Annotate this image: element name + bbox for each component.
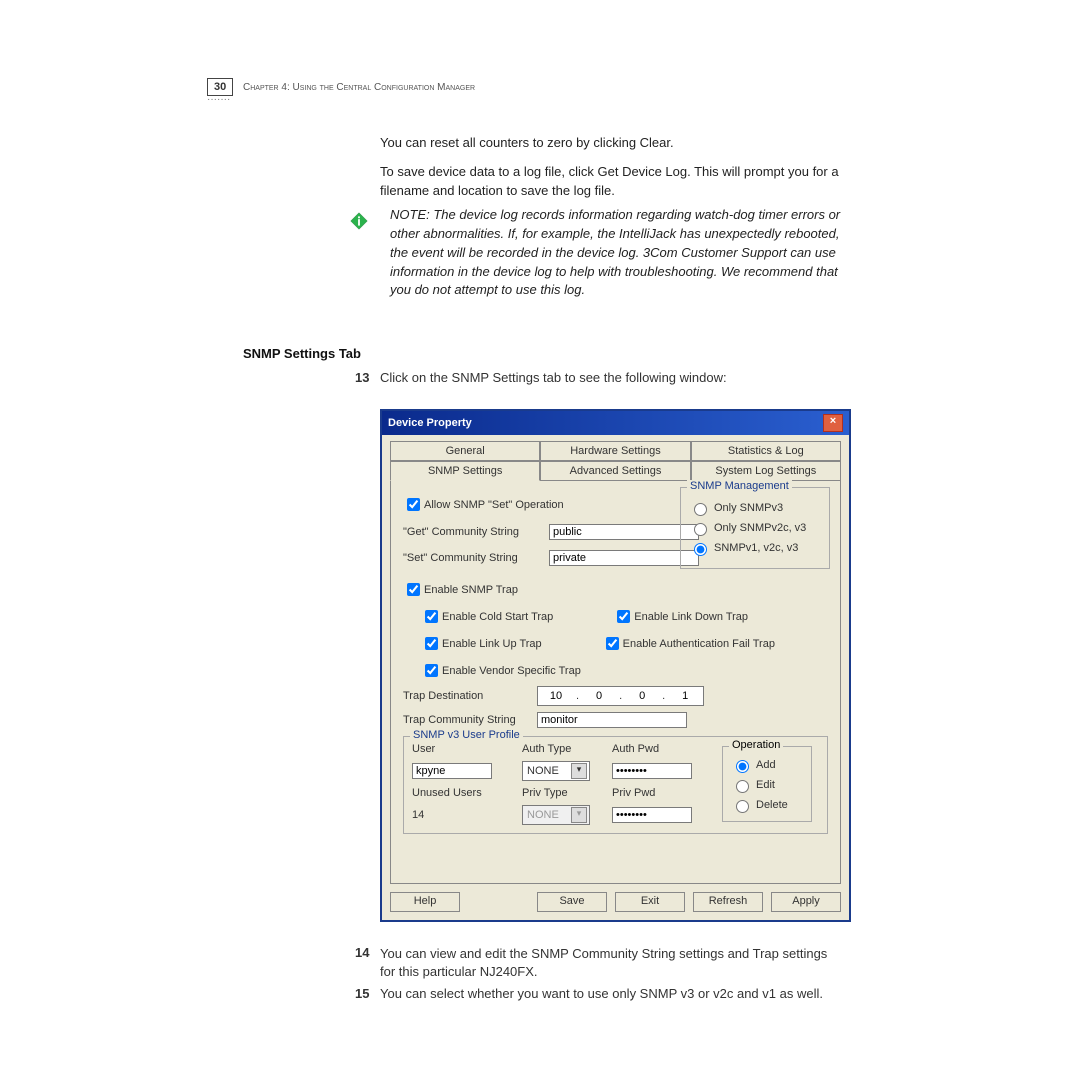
chevron-down-icon: ▾ [571, 763, 587, 779]
apply-button[interactable]: Apply [771, 892, 841, 912]
authtype-header: Auth Type [522, 743, 602, 755]
snmp-management-group: SNMP Management Only SNMPv3 Only SNMPv2c… [680, 487, 830, 569]
step-number-14: 14 [355, 945, 369, 960]
ip-seg-1[interactable] [538, 688, 574, 705]
snmp-v3-profile-legend: SNMP v3 User Profile [410, 729, 523, 741]
user-header: User [412, 743, 512, 755]
snmp-management-legend: SNMP Management [687, 480, 792, 492]
radio-v1-v2c-v3-label: SNMPv1, v2c, v3 [714, 542, 798, 554]
trap-destination-label: Trap Destination [403, 690, 513, 702]
step-text-14: You can view and edit the SNMP Community… [380, 945, 845, 981]
step-text-13: Click on the SNMP Settings tab to see th… [380, 370, 727, 385]
cold-start-checkbox[interactable] [425, 610, 438, 623]
refresh-button[interactable]: Refresh [693, 892, 763, 912]
link-up-checkbox[interactable] [425, 637, 438, 650]
tab-system-log-settings[interactable]: System Log Settings [691, 461, 841, 481]
radio-only-v2c-v3[interactable] [694, 523, 707, 536]
chevron-down-icon: ▾ [571, 807, 587, 823]
allow-set-label: Allow SNMP "Set" Operation [424, 499, 564, 511]
tab-advanced-settings[interactable]: Advanced Settings [540, 461, 690, 481]
unused-users-header: Unused Users [412, 787, 512, 799]
radio-v1-v2c-v3[interactable] [694, 543, 707, 556]
operation-group: Operation Add Edit Delete [722, 746, 812, 822]
close-icon[interactable]: × [823, 414, 843, 432]
chapter-heading: Chapter 4: Using the Central Configurati… [243, 82, 475, 93]
dialog-button-bar: Help Save Exit Refresh Apply [382, 884, 849, 920]
info-icon [348, 210, 370, 232]
trap-community-label: Trap Community String [403, 714, 523, 726]
note-paragraph: NOTE: The device log records information… [390, 206, 850, 300]
authpwd-input[interactable] [612, 763, 692, 779]
radio-add[interactable] [736, 760, 749, 773]
get-community-input[interactable] [549, 524, 699, 540]
tab-statistics-log[interactable]: Statistics & Log [691, 441, 841, 461]
exit-button[interactable]: Exit [615, 892, 685, 912]
privtype-header: Priv Type [522, 787, 602, 799]
auth-fail-label: Enable Authentication Fail Trap [623, 638, 775, 650]
trap-destination-input[interactable]: . . . [537, 686, 704, 706]
link-up-label: Enable Link Up Trap [442, 638, 542, 650]
radio-delete-label: Delete [756, 799, 788, 811]
tab-hardware-settings[interactable]: Hardware Settings [540, 441, 690, 461]
vendor-trap-checkbox[interactable] [425, 664, 438, 677]
ip-seg-3[interactable] [624, 688, 660, 705]
get-community-label: "Get" Community String [403, 526, 533, 538]
intro-p1: You can reset all counters to zero by cl… [380, 134, 850, 153]
enable-snmp-trap-label: Enable SNMP Trap [424, 584, 518, 596]
operation-legend: Operation [729, 739, 783, 751]
link-down-label: Enable Link Down Trap [634, 611, 748, 623]
step-number-13: 13 [355, 370, 369, 385]
section-heading: SNMP Settings Tab [243, 346, 361, 361]
authtype-select[interactable]: NONE▾ [522, 761, 590, 781]
help-button[interactable]: Help [390, 892, 460, 912]
radio-delete[interactable] [736, 800, 749, 813]
tab-general[interactable]: General [390, 441, 540, 461]
ip-seg-4[interactable] [667, 688, 703, 705]
radio-add-label: Add [756, 759, 776, 771]
save-button[interactable]: Save [537, 892, 607, 912]
privpwd-header: Priv Pwd [612, 787, 712, 799]
vendor-trap-label: Enable Vendor Specific Trap [442, 665, 581, 677]
snmp-v3-profile-group: SNMP v3 User Profile User Auth Type Auth… [403, 736, 828, 834]
trap-community-input[interactable] [537, 712, 687, 728]
dialog-title: Device Property [388, 417, 472, 429]
tab-snmp-settings[interactable]: SNMP Settings [390, 461, 540, 481]
authpwd-header: Auth Pwd [612, 743, 712, 755]
radio-only-v2c-v3-label: Only SNMPv2c, v3 [714, 522, 806, 534]
radio-edit-label: Edit [756, 779, 775, 791]
ip-seg-2[interactable] [581, 688, 617, 705]
step-text-15: You can select whether you want to use o… [380, 986, 845, 1001]
link-down-checkbox[interactable] [617, 610, 630, 623]
user-input[interactable] [412, 763, 492, 779]
enable-snmp-trap-checkbox[interactable] [407, 583, 420, 596]
privpwd-input[interactable] [612, 807, 692, 823]
set-community-input[interactable] [549, 550, 699, 566]
radio-edit[interactable] [736, 780, 749, 793]
radio-only-v3[interactable] [694, 503, 707, 516]
tab-panel: Allow SNMP "Set" Operation "Get" Communi… [390, 481, 841, 884]
decorative-dots: ······· [207, 94, 230, 105]
device-property-dialog: Device Property × General Hardware Setti… [380, 409, 851, 922]
privtype-select: NONE▾ [522, 805, 590, 825]
step-number-15: 15 [355, 986, 369, 1001]
cold-start-label: Enable Cold Start Trap [442, 611, 553, 623]
radio-only-v3-label: Only SNMPv3 [714, 502, 783, 514]
intro-p2: To save device data to a log file, click… [380, 163, 850, 201]
body-text: You can reset all counters to zero by cl… [380, 134, 850, 211]
set-community-label: "Set" Community String [403, 552, 533, 564]
titlebar[interactable]: Device Property × [382, 411, 849, 435]
allow-set-checkbox[interactable] [407, 498, 420, 511]
auth-fail-checkbox[interactable] [606, 637, 619, 650]
unused-users-value: 14 [412, 809, 512, 821]
